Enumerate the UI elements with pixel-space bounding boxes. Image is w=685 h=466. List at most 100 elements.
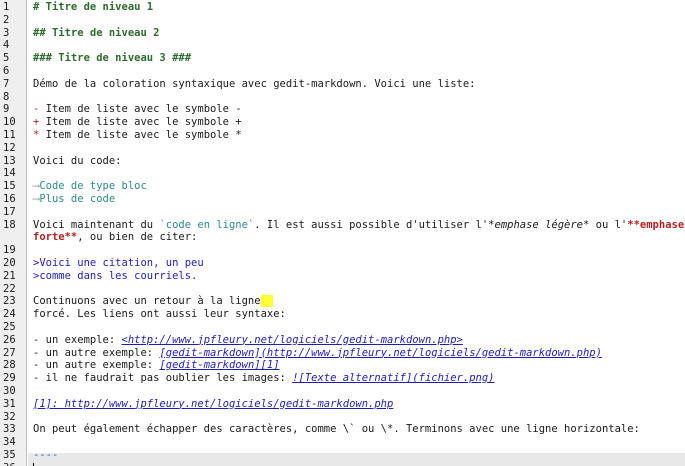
line-number bbox=[0, 231, 26, 244]
paragraph-text: - un autre exemple: bbox=[33, 346, 160, 359]
paragraph-text: Continuons avec un retour à la ligne bbox=[33, 295, 261, 308]
list-item-text: Item de liste avec le symbole + bbox=[39, 116, 242, 129]
line-break-marker bbox=[260, 295, 274, 308]
line-number: 7 bbox=[3, 77, 10, 90]
line-number: 29 bbox=[3, 372, 16, 385]
blockquote-text: >Voici une citation, un peu bbox=[33, 256, 204, 269]
line-2 bbox=[33, 14, 685, 27]
line-18a: Voici maintenant du `code en ligne`. Il … bbox=[33, 219, 685, 232]
line-number: 26 bbox=[3, 333, 16, 346]
line-number: 24 bbox=[3, 308, 16, 321]
line-number: 4 bbox=[3, 39, 10, 52]
line-number: 20 bbox=[3, 256, 16, 269]
paragraph-text: - un autre exemple: bbox=[33, 359, 160, 372]
line-23: Continuons avec un retour à la ligne bbox=[33, 295, 685, 308]
line-1: # Titre de niveau 1 bbox=[33, 1, 685, 14]
reference-link[interactable]: [1]: http://www.jpfleury.net/logiciels/g… bbox=[33, 398, 393, 410]
link-text[interactable]: [gedit-markdown][1] bbox=[159, 359, 279, 371]
line-10: + Item de liste avec le symbole + bbox=[33, 116, 685, 129]
line-22 bbox=[33, 283, 685, 296]
link-text[interactable]: <http://www.jpfleury.net/logiciels/gedit… bbox=[122, 334, 463, 346]
line-number: 9 bbox=[3, 103, 10, 116]
line-number: 32 bbox=[3, 410, 16, 423]
line-number-gutter: 1 2 3 4 5 6 7 8 9 10 11 12 13 14 15 16 17 18 19 20 21 22 23 24 2… bbox=[0, 0, 27, 466]
heading-1: # Titre de niveau 1 bbox=[33, 1, 154, 13]
line-8 bbox=[33, 91, 685, 104]
paragraph-text: On peut également échapper des caractère… bbox=[33, 423, 640, 436]
emphasis-text: *emphase légère* bbox=[488, 218, 590, 231]
line-number: 10 bbox=[3, 116, 16, 129]
list-item-text: Item de liste avec le symbole - bbox=[39, 103, 242, 116]
line-number: 19 bbox=[3, 244, 16, 257]
line-number: 35 bbox=[3, 448, 16, 461]
line-34 bbox=[33, 436, 685, 449]
line-number: 6 bbox=[3, 64, 10, 77]
line-number: 34 bbox=[3, 436, 16, 449]
line-29: - il ne faudrait pas oublier les images:… bbox=[33, 372, 685, 385]
line-16: ⟶Plus de code bbox=[33, 193, 685, 206]
paragraph-text: forcé. Les liens ont aussi leur syntaxe: bbox=[33, 308, 286, 321]
line-7: Démo de la coloration syntaxique avec ge… bbox=[33, 78, 685, 91]
line-number: 1 bbox=[3, 1, 10, 13]
line-number: 11 bbox=[3, 128, 16, 141]
line-32 bbox=[33, 411, 685, 424]
line-number: 2 bbox=[3, 13, 10, 26]
list-item-text: Item de liste avec le symbole * bbox=[39, 128, 242, 141]
heading-3: ### Titre de niveau 3 ### bbox=[33, 52, 192, 65]
line-3: ## Titre de niveau 2 bbox=[33, 27, 685, 40]
paragraph-text: ou l' bbox=[589, 218, 628, 231]
heading-2: ## Titre de niveau 2 bbox=[33, 26, 160, 39]
line-35: ---- bbox=[33, 449, 685, 462]
line-5: ### Titre de niveau 3 ### bbox=[33, 52, 685, 65]
line-number: 30 bbox=[3, 384, 16, 397]
editor-content[interactable]: # Titre de niveau 1 ## Titre de niveau 2… bbox=[33, 1, 685, 466]
line-number: 22 bbox=[3, 282, 16, 295]
line-20: >Voici une citation, un peu bbox=[33, 257, 685, 270]
line-number: 5 bbox=[3, 52, 10, 65]
paragraph-text: - un exemple: bbox=[33, 333, 122, 346]
line-36[interactable] bbox=[33, 462, 685, 466]
line-number: 31 bbox=[3, 397, 16, 410]
line-33: On peut également échapper des caractère… bbox=[33, 423, 685, 436]
line-number: 21 bbox=[3, 269, 16, 282]
horizontal-rule: ---- bbox=[33, 448, 59, 461]
line-number: 28 bbox=[3, 359, 16, 372]
link-text[interactable]: [gedit-markdown](http://www.jpfleury.net… bbox=[159, 347, 602, 359]
line-4 bbox=[33, 39, 685, 52]
paragraph-text: Démo de la coloration syntaxique avec ge… bbox=[33, 77, 476, 90]
line-24: forcé. Les liens ont aussi leur syntaxe: bbox=[33, 308, 685, 321]
line-number: 14 bbox=[3, 167, 16, 180]
line-number: 23 bbox=[3, 295, 16, 308]
line-number: 18 bbox=[3, 218, 16, 231]
strong-text: **emphase bbox=[627, 218, 685, 231]
line-number: 25 bbox=[3, 320, 16, 333]
line-31: [1]: http://www.jpfleury.net/logiciels/g… bbox=[33, 398, 685, 411]
paragraph-text: Voici maintenant du bbox=[33, 218, 160, 231]
line-12 bbox=[33, 142, 685, 155]
paragraph-text: Voici du code: bbox=[33, 154, 122, 167]
code-block-text: Plus de code bbox=[39, 192, 116, 205]
line-number: 36 bbox=[0, 462, 26, 466]
line-13: Voici du code: bbox=[33, 155, 685, 168]
line-27: - un autre exemple: [gedit-markdown](htt… bbox=[33, 347, 685, 360]
image-link-text[interactable]: ![Texte alternatif](fichier.png) bbox=[292, 372, 494, 384]
strong-text: forte** bbox=[33, 231, 78, 244]
paragraph-text: . Il est aussi possible d'utiliser l' bbox=[254, 218, 489, 231]
inline-code: `code en ligne` bbox=[159, 218, 255, 231]
line-26: - un exemple: <http://www.jpfleury.net/l… bbox=[33, 334, 685, 347]
line-number: 16 bbox=[3, 192, 16, 205]
code-block-text: Code de type bloc bbox=[39, 180, 147, 193]
line-21: >comme dans les courriels. bbox=[33, 270, 685, 283]
blockquote-text: >comme dans les courriels. bbox=[33, 269, 198, 282]
line-6 bbox=[33, 65, 685, 78]
line-14 bbox=[33, 167, 685, 180]
line-number: 17 bbox=[3, 205, 16, 218]
line-18b: forte**, ou bien de citer: bbox=[33, 231, 685, 244]
paragraph-text: - il ne faudrait pas oublier les images: bbox=[33, 372, 293, 385]
paragraph-text: , ou bien de citer: bbox=[77, 231, 198, 244]
line-9: - Item de liste avec le symbole - bbox=[33, 103, 685, 116]
line-17 bbox=[33, 206, 685, 219]
line-28: - un autre exemple: [gedit-markdown][1] bbox=[33, 359, 685, 372]
text-editor[interactable]: 1 2 3 4 5 6 7 8 9 10 11 12 13 14 15 16 17 18 19 20 21 22 23 24 2… bbox=[0, 0, 685, 466]
line-number: 33 bbox=[3, 423, 16, 436]
